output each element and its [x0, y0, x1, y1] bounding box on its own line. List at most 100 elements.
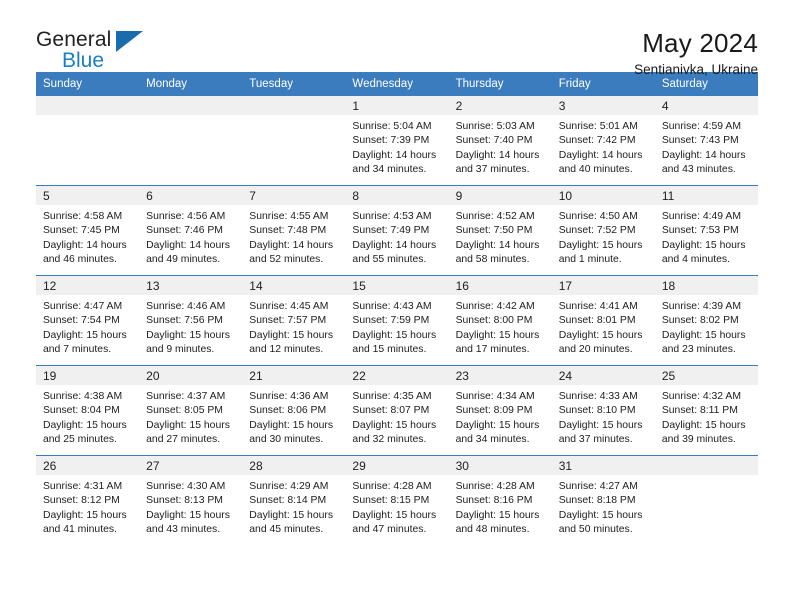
sunrise-text: Sunrise: 4:29 AM	[249, 481, 329, 492]
sunrise-text: Sunrise: 4:31 AM	[43, 481, 123, 492]
day-number: 31	[551, 456, 655, 475]
general-blue-logo[interactable]: General Blue	[36, 28, 186, 76]
calendar-day-cell[interactable]: 29 Sunrise: 4:28 AM Sunset: 8:15 PM Dayligh…	[345, 455, 449, 545]
day-number: 8	[345, 186, 449, 205]
calendar-day-cell[interactable]: 18 Sunrise: 4:39 AM Sunset: 8:02 PM Dayligh…	[654, 275, 758, 366]
calendar-day-cell[interactable]: 4 Sunrise: 4:59 AM Sunset: 7:43 PM Daylight…	[654, 96, 758, 186]
calendar-day-cell[interactable]: 19 Sunrise: 4:38 AM Sunset: 8:04 PM Dayligh…	[36, 365, 140, 456]
calendar-day-cell[interactable]: 13 Sunrise: 4:46 AM Sunset: 7:56 PM Dayligh…	[139, 275, 243, 366]
calendar-day-cell[interactable]: 23 Sunrise: 4:34 AM Sunset: 8:09 PM Dayligh…	[448, 365, 552, 456]
calendar-day-cell[interactable]: 21 Sunrise: 4:36 AM Sunset: 8:06 PM Dayligh…	[242, 365, 346, 456]
sunset-text: Sunset: 7:56 PM	[146, 315, 223, 327]
daylight-text: Daylight: 14 hours and 52 minutes.	[249, 239, 334, 266]
calendar-day-cell[interactable]: 20 Sunrise: 4:37 AM Sunset: 8:05 PM Dayligh…	[139, 365, 243, 456]
sunset-text: Sunset: 8:15 PM	[352, 495, 430, 507]
day-number: 26	[36, 456, 140, 475]
sunset-text: Sunset: 8:09 PM	[455, 405, 533, 417]
daylight-text: Daylight: 15 hours and 17 minutes.	[455, 329, 540, 356]
daylight-text: Daylight: 15 hours and 4 minutes.	[661, 239, 746, 266]
calendar-day-cell[interactable]: 30 Sunrise: 4:28 AM Sunset: 8:16 PM Dayligh…	[448, 455, 552, 545]
sunrise-text: Sunrise: 4:52 AM	[455, 211, 535, 222]
daylight-text: Daylight: 14 hours and 58 minutes.	[455, 239, 540, 266]
calendar-day-cell[interactable]: 17 Sunrise: 4:41 AM Sunset: 8:01 PM Dayligh…	[551, 275, 655, 366]
triangle-icon	[116, 31, 143, 52]
day-details: Sunrise: 4:41 AM Sunset: 8:01 PM Daylight:…	[552, 295, 655, 357]
calendar-day-cell[interactable]: 10 Sunrise: 4:50 AM Sunset: 7:52 PM Dayligh…	[551, 185, 655, 276]
sunset-text: Sunset: 8:07 PM	[352, 405, 430, 417]
sunrise-text: Sunrise: 4:58 AM	[43, 211, 123, 222]
calendar-day-cell[interactable]: 24 Sunrise: 4:33 AM Sunset: 8:10 PM Dayligh…	[551, 365, 655, 456]
sunset-text: Sunset: 7:54 PM	[43, 315, 120, 327]
calendar-day-cell[interactable]: 2 Sunrise: 5:03 AM Sunset: 7:40 PM Daylight…	[448, 96, 552, 186]
day-details: Sunrise: 4:33 AM Sunset: 8:10 PM Daylight:…	[552, 385, 655, 447]
calendar-day-cell[interactable]: 14 Sunrise: 4:45 AM Sunset: 7:57 PM Dayligh…	[242, 275, 346, 366]
day-number: 3	[551, 96, 655, 115]
sunrise-text: Sunrise: 5:04 AM	[352, 121, 432, 132]
calendar-day-cell[interactable]: 25 Sunrise: 4:32 AM Sunset: 8:11 PM Dayligh…	[654, 365, 758, 456]
sunset-text: Sunset: 8:01 PM	[558, 315, 636, 327]
sunrise-text: Sunrise: 5:01 AM	[558, 121, 638, 132]
calendar-day-cell[interactable]: 5 Sunrise: 4:58 AM Sunset: 7:45 PM Daylight…	[36, 185, 140, 276]
day-number: 6	[139, 186, 243, 205]
day-number: 5	[36, 186, 140, 205]
day-details: Sunrise: 4:56 AM Sunset: 7:46 PM Daylight:…	[139, 205, 242, 267]
daylight-text: Daylight: 14 hours and 34 minutes.	[352, 149, 437, 176]
daylight-text: Daylight: 15 hours and 34 minutes.	[455, 419, 540, 446]
day-number: 28	[242, 456, 346, 475]
title-block: May 2024 Sentianivka, Ukraine	[634, 28, 758, 78]
calendar-day-cell[interactable]: 31 Sunrise: 4:27 AM Sunset: 8:18 PM Dayligh…	[551, 455, 655, 545]
calendar-day-cell[interactable]: 6 Sunrise: 4:56 AM Sunset: 7:46 PM Daylight…	[139, 185, 243, 276]
day-number: 2	[448, 96, 552, 115]
daylight-text: Daylight: 15 hours and 1 minute.	[558, 239, 643, 266]
sunset-text: Sunset: 7:42 PM	[558, 135, 636, 147]
sunset-text: Sunset: 8:11 PM	[661, 405, 738, 417]
daylight-text: Daylight: 15 hours and 20 minutes.	[558, 329, 643, 356]
day-details: Sunrise: 4:28 AM Sunset: 8:16 PM Daylight:…	[449, 475, 552, 537]
sunrise-text: Sunrise: 5:03 AM	[455, 121, 535, 132]
calendar-day-cell[interactable]: 11 Sunrise: 4:49 AM Sunset: 7:53 PM Dayligh…	[654, 185, 758, 276]
day-details: Sunrise: 4:27 AM Sunset: 8:18 PM Daylight:…	[552, 475, 655, 537]
calendar-day-cell[interactable]: 3 Sunrise: 5:01 AM Sunset: 7:42 PM Daylight…	[551, 96, 655, 186]
sunset-text: Sunset: 7:45 PM	[43, 225, 120, 237]
day-number: 25	[654, 366, 758, 385]
sunrise-text: Sunrise: 4:37 AM	[146, 391, 226, 402]
day-details: Sunrise: 4:55 AM Sunset: 7:48 PM Daylight:…	[242, 205, 345, 267]
sunset-text: Sunset: 7:49 PM	[352, 225, 430, 237]
calendar-body: 1 Sunrise: 5:04 AM Sunset: 7:39 PM Daylight…	[36, 96, 758, 545]
page-subtitle: Sentianivka, Ukraine	[634, 62, 758, 78]
calendar-day-cell-empty	[654, 455, 758, 545]
page-header: General Blue May 2024 Sentianivka, Ukrai…	[0, 0, 792, 77]
calendar-day-cell-empty	[139, 96, 243, 186]
day-number: 7	[242, 186, 346, 205]
calendar-day-cell[interactable]: 26 Sunrise: 4:31 AM Sunset: 8:12 PM Dayligh…	[36, 455, 140, 545]
calendar-day-cell[interactable]: 8 Sunrise: 4:53 AM Sunset: 7:49 PM Daylight…	[345, 185, 449, 276]
calendar-day-cell[interactable]: 9 Sunrise: 4:52 AM Sunset: 7:50 PM Daylight…	[448, 185, 552, 276]
calendar-day-cell[interactable]: 28 Sunrise: 4:29 AM Sunset: 8:14 PM Dayligh…	[242, 455, 346, 545]
day-number: 11	[654, 186, 758, 205]
daylight-text: Daylight: 15 hours and 23 minutes.	[661, 329, 746, 356]
calendar-day-cell[interactable]: 1 Sunrise: 5:04 AM Sunset: 7:39 PM Daylight…	[345, 96, 449, 186]
day-number: 1	[345, 96, 449, 115]
sunset-text: Sunset: 8:00 PM	[455, 315, 533, 327]
day-number: 27	[139, 456, 243, 475]
calendar-week-row: 5 Sunrise: 4:58 AM Sunset: 7:45 PM Daylight…	[36, 185, 758, 276]
sunset-text: Sunset: 8:14 PM	[249, 495, 327, 507]
calendar-day-cell[interactable]: 27 Sunrise: 4:30 AM Sunset: 8:13 PM Dayligh…	[139, 455, 243, 545]
daylight-text: Daylight: 14 hours and 40 minutes.	[558, 149, 643, 176]
day-number: 4	[654, 96, 758, 115]
calendar-day-cell[interactable]: 7 Sunrise: 4:55 AM Sunset: 7:48 PM Daylight…	[242, 185, 346, 276]
daylight-text: Daylight: 15 hours and 32 minutes.	[352, 419, 437, 446]
calendar-day-cell[interactable]: 15 Sunrise: 4:43 AM Sunset: 7:59 PM Dayligh…	[345, 275, 449, 366]
daylight-text: Daylight: 15 hours and 48 minutes.	[455, 509, 540, 536]
sunset-text: Sunset: 7:46 PM	[146, 225, 223, 237]
day-details: Sunrise: 4:42 AM Sunset: 8:00 PM Daylight:…	[449, 295, 552, 357]
day-number: 9	[448, 186, 552, 205]
sunrise-text: Sunrise: 4:46 AM	[146, 301, 226, 312]
sunrise-text: Sunrise: 4:28 AM	[352, 481, 432, 492]
daylight-text: Daylight: 15 hours and 9 minutes.	[146, 329, 230, 356]
calendar-day-cell[interactable]: 22 Sunrise: 4:35 AM Sunset: 8:07 PM Dayligh…	[345, 365, 449, 456]
calendar-day-cell[interactable]: 12 Sunrise: 4:47 AM Sunset: 7:54 PM Dayligh…	[36, 275, 140, 366]
calendar-day-cell[interactable]: 16 Sunrise: 4:42 AM Sunset: 8:00 PM Dayligh…	[448, 275, 552, 366]
calendar-container: Sunday Monday Tuesday Wednesday Thursday…	[36, 72, 758, 545]
calendar-week-row: 1 Sunrise: 5:04 AM Sunset: 7:39 PM Daylight…	[36, 96, 758, 186]
